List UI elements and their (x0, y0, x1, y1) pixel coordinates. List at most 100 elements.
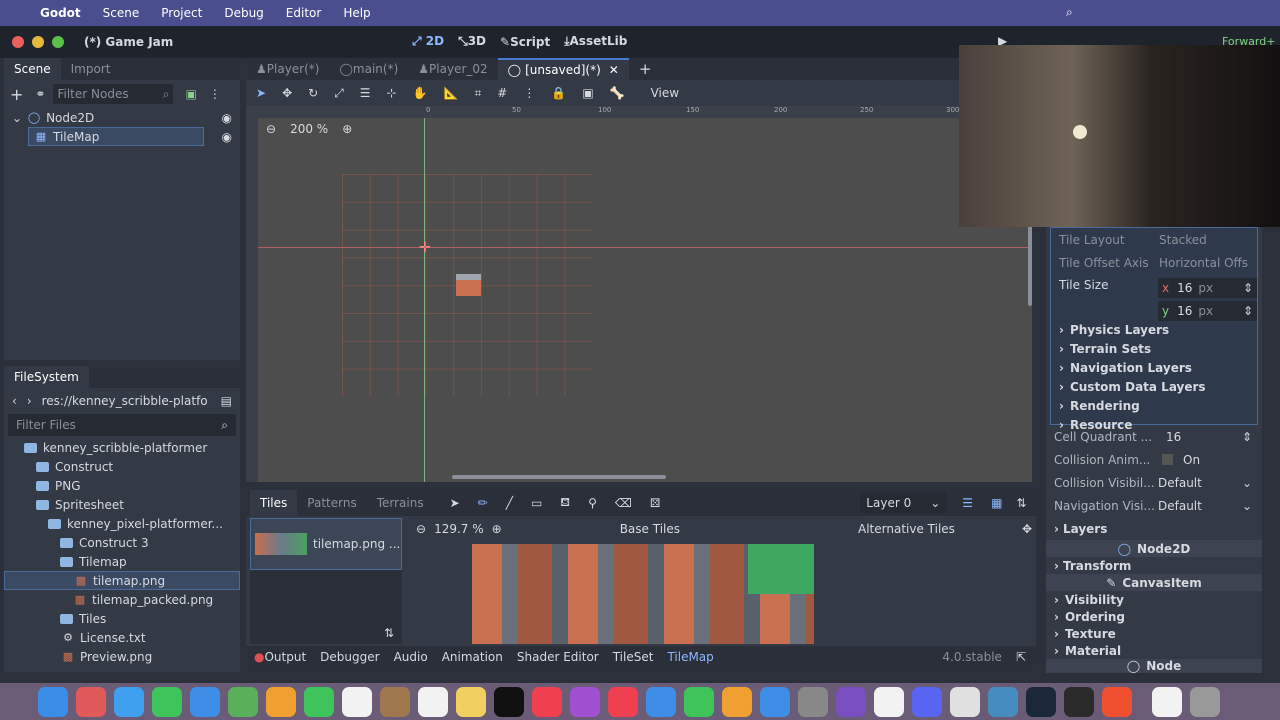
inspector-section[interactable]: › Texture (1046, 625, 1262, 642)
steam-icon[interactable] (1026, 686, 1056, 717)
menu-project[interactable]: Project (161, 6, 202, 20)
horizontal-scrollbar[interactable] (452, 475, 666, 479)
inspector-section[interactable]: › Custom Data Layers (1051, 377, 1257, 396)
workspace-script[interactable]: ✎Script (500, 35, 550, 49)
picker-tool-icon[interactable]: ⚲ (588, 496, 597, 510)
tab-audio[interactable]: Audio (394, 650, 428, 664)
list-view-icon[interactable]: ▤ (221, 394, 232, 408)
tile-offset-axis-value[interactable]: Horizontal Offs (1159, 256, 1255, 270)
rect-tool-icon[interactable]: ▭ (531, 496, 542, 510)
maps-icon[interactable] (228, 686, 258, 717)
notes-icon[interactable] (456, 686, 486, 717)
tab-player-02[interactable]: ♟ Player_02 (408, 58, 497, 80)
launchpad-icon[interactable] (76, 686, 106, 717)
calendar-icon[interactable] (342, 686, 372, 717)
tab-tilemap[interactable]: TileMap (667, 650, 713, 664)
checkbox[interactable] (1162, 454, 1173, 465)
facetime-icon[interactable] (304, 686, 334, 717)
bucket-tool-icon[interactable]: ⛾ (560, 495, 570, 511)
source-item-tilemap[interactable]: tilemap.png ... (250, 518, 402, 570)
tile-size-y-field[interactable]: y 16 px ⇕ (1158, 301, 1257, 321)
file-item[interactable]: Tilemap (4, 552, 240, 571)
tv-icon[interactable] (494, 686, 524, 717)
chrome-icon[interactable] (950, 686, 980, 717)
zoom-out-icon[interactable]: ⊖ (266, 122, 276, 136)
tab-player[interactable]: ♟ Player(*) (246, 58, 329, 80)
file-item[interactable]: ▩ tilemap_packed.png (4, 590, 240, 609)
canvas-viewport[interactable]: 0 50 100 150 200 250 300 ⊖ 200 % ⊕ ✛ (246, 106, 1032, 482)
group-icon[interactable]: ▣ (582, 86, 593, 100)
spin-icon[interactable]: ⇕ (1243, 304, 1253, 318)
tree-node-node2d[interactable]: ⌄ ◯ Node2D ◉ (4, 108, 240, 127)
close-window-button[interactable] (12, 36, 24, 48)
select-tool-icon[interactable]: ➤ (256, 86, 266, 100)
random-tile-icon[interactable]: ⚄ (650, 496, 660, 510)
spin-icon[interactable]: ⇕ (1243, 281, 1253, 295)
photos-icon[interactable] (266, 686, 296, 717)
file-item[interactable]: kenney_pixel-platformer... (4, 514, 240, 533)
itch-icon[interactable] (874, 686, 904, 717)
cell-quadrant-value[interactable]: 16 (1166, 430, 1181, 444)
inspector-section[interactable]: › Visibility (1046, 591, 1262, 608)
tab-unsaved[interactable]: ◯ [unsaved](*) ✕ (497, 58, 629, 80)
file-item[interactable]: ⚙ License.txt (4, 628, 240, 647)
link-icon[interactable]: ⚭ (35, 87, 45, 101)
spin-icon[interactable]: ⇕ (1242, 430, 1252, 444)
news-icon[interactable] (608, 686, 638, 717)
collision-visibility-value[interactable]: Default (1158, 476, 1202, 490)
path-field[interactable]: res://kenney_scribble-platfo (42, 394, 208, 408)
menu-editor[interactable]: Editor (286, 6, 322, 20)
keynote-icon[interactable] (646, 686, 676, 717)
smart-snap-icon[interactable]: ⌗ (475, 86, 482, 101)
scale-tool-icon[interactable]: ⤢ (334, 86, 344, 101)
inspector-section[interactable]: › Navigation Layers (1051, 358, 1257, 377)
zoom-in-icon[interactable]: ⊕ (342, 122, 352, 136)
file-item[interactable]: kenney_scribble-platformer (4, 438, 240, 457)
menu-godot[interactable]: Godot (40, 6, 81, 20)
inspector-section[interactable]: › Rendering (1051, 396, 1257, 415)
line-tool-icon[interactable]: ╱ (506, 496, 513, 510)
trash-icon[interactable] (1190, 686, 1220, 717)
filter-files-input[interactable]: Filter Files ⌕ (8, 414, 236, 436)
expand-panel-icon[interactable]: ⇱ (1016, 650, 1026, 664)
zoom-level[interactable]: 200 % (290, 122, 328, 136)
rotate-tool-icon[interactable]: ↻ (308, 86, 318, 100)
file-item[interactable]: ▩ Preview.png (4, 647, 240, 666)
ruler-tool-icon[interactable]: 📐 (444, 86, 459, 100)
tab-debugger[interactable]: Debugger (320, 650, 379, 664)
view-menu[interactable]: View (651, 86, 679, 100)
layer-select[interactable]: Layer 0 ⌄ (860, 493, 947, 513)
numbers-icon[interactable] (684, 686, 714, 717)
podcasts-icon[interactable] (570, 686, 600, 717)
file-item[interactable]: Tiles (4, 609, 240, 628)
brave-icon[interactable] (1102, 686, 1132, 717)
tile-layout-value[interactable]: Stacked (1159, 233, 1207, 247)
pivot-icon[interactable]: ⊹ (387, 86, 397, 100)
music-icon[interactable] (532, 686, 562, 717)
lock-icon[interactable]: 🔒 (551, 86, 566, 100)
search-icon[interactable]: ⌕ (1066, 5, 1073, 20)
tab-tiles[interactable]: Tiles (250, 490, 298, 516)
workspace-assetlib[interactable]: ⤓AssetLib (564, 34, 627, 49)
sort-icon[interactable]: ⇅ (384, 626, 394, 640)
inspector-section[interactable]: › Physics Layers (1051, 320, 1257, 339)
inspector-section[interactable]: › Terrain Sets (1051, 339, 1257, 358)
chevron-down-icon[interactable]: ⌄ (1242, 476, 1252, 490)
file-item[interactable]: Spritesheet (4, 495, 240, 514)
tab-patterns[interactable]: Patterns (297, 490, 366, 516)
inspector-section[interactable]: › Material (1046, 642, 1262, 659)
atlas-zoom-level[interactable]: 129.7 % (434, 522, 484, 536)
pan-tool-icon[interactable]: ✋ (413, 86, 428, 100)
gamepad-icon[interactable] (1064, 686, 1094, 717)
expand-arrow-icon[interactable]: ⌄ (12, 111, 22, 125)
document-icon[interactable] (1152, 686, 1182, 717)
grid-snap-icon[interactable]: # (497, 86, 507, 100)
mail-icon[interactable] (190, 686, 220, 717)
inspector-section[interactable]: › Ordering (1046, 608, 1262, 625)
add-node-icon[interactable]: + (10, 85, 23, 104)
list-select-icon[interactable]: ☰ (360, 86, 371, 100)
tree-node-tilemap[interactable]: ▦ TileMap ◉ (4, 127, 240, 146)
file-item[interactable]: Construct (4, 457, 240, 476)
tile-size-x-field[interactable]: x 16 px ⇕ (1158, 278, 1257, 298)
system-settings-icon[interactable] (798, 686, 828, 717)
